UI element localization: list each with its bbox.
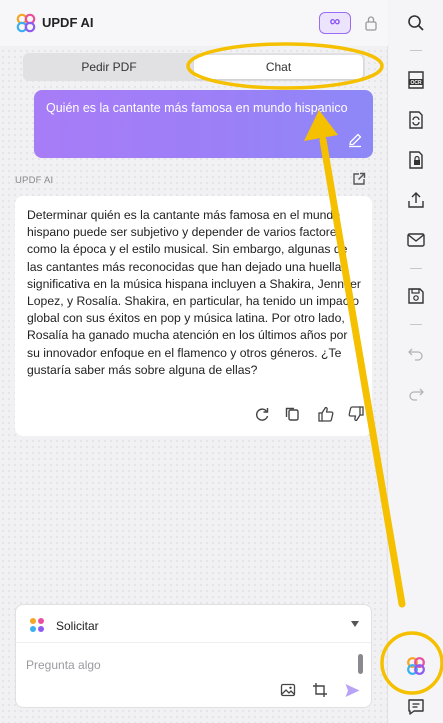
convert-icon[interactable] (406, 110, 426, 130)
tab-chat[interactable]: Chat (194, 55, 363, 79)
app-title: UPDF AI (42, 15, 94, 30)
redo-icon[interactable] (406, 383, 426, 403)
prompt-mode-select[interactable]: Solicitar (16, 605, 371, 643)
prompt-composer: Solicitar Pregunta algo (15, 604, 372, 708)
edit-icon[interactable] (347, 132, 363, 148)
updf-logo-icon (16, 13, 36, 33)
comment-icon[interactable] (406, 697, 426, 717)
ai-sender-label: UPDF AI (15, 175, 54, 186)
send-icon[interactable] (344, 682, 361, 699)
ai-chat-panel: UPDF AI ∞ Pedir PDF Chat Quién es la can… (0, 0, 388, 723)
updf-ai-icon[interactable] (406, 656, 426, 676)
ai-response-card: Determinar quién es la cantante más famo… (15, 196, 372, 436)
chevron-down-icon (351, 621, 359, 627)
right-toolbar: OCR (389, 0, 443, 723)
ocr-icon[interactable]: OCR (406, 70, 426, 90)
svg-text:OCR: OCR (410, 80, 422, 86)
ai-response-text: Determinar quién es la cantante más famo… (27, 208, 361, 377)
toolbar-divider (410, 324, 422, 325)
prompt-mode-icon (30, 618, 44, 632)
user-message-text: Quién es la cantante más famosa en mundo… (46, 101, 348, 115)
composer-scrollbar[interactable] (358, 654, 363, 674)
email-icon[interactable] (406, 230, 426, 250)
toolbar-divider (410, 50, 422, 51)
open-external-icon[interactable] (351, 171, 367, 187)
lock-icon[interactable] (364, 14, 378, 32)
user-message-bubble: Quién es la cantante más famosa en mundo… (34, 90, 373, 158)
search-icon[interactable] (406, 13, 426, 33)
prompt-input[interactable]: Pregunta algo (26, 658, 101, 672)
undo-icon[interactable] (406, 343, 426, 363)
tab-pedir-pdf[interactable]: Pedir PDF (25, 55, 193, 79)
response-actions (253, 405, 373, 425)
toolbar-divider (410, 268, 422, 269)
prompt-mode-label: Solicitar (56, 619, 99, 633)
thumbs-down-icon[interactable] (347, 405, 365, 423)
panel-header: UPDF AI ∞ (0, 0, 388, 46)
protect-icon[interactable] (406, 150, 426, 170)
save-icon[interactable] (406, 286, 426, 306)
screenshot-icon[interactable] (312, 682, 328, 698)
share-icon[interactable] (406, 190, 426, 210)
infinity-icon[interactable]: ∞ (319, 12, 351, 34)
regenerate-icon[interactable] (253, 405, 271, 423)
mode-tabs: Pedir PDF Chat (23, 53, 365, 81)
copy-icon[interactable] (283, 405, 301, 423)
image-icon[interactable] (280, 682, 296, 698)
thumbs-up-icon[interactable] (317, 405, 335, 423)
